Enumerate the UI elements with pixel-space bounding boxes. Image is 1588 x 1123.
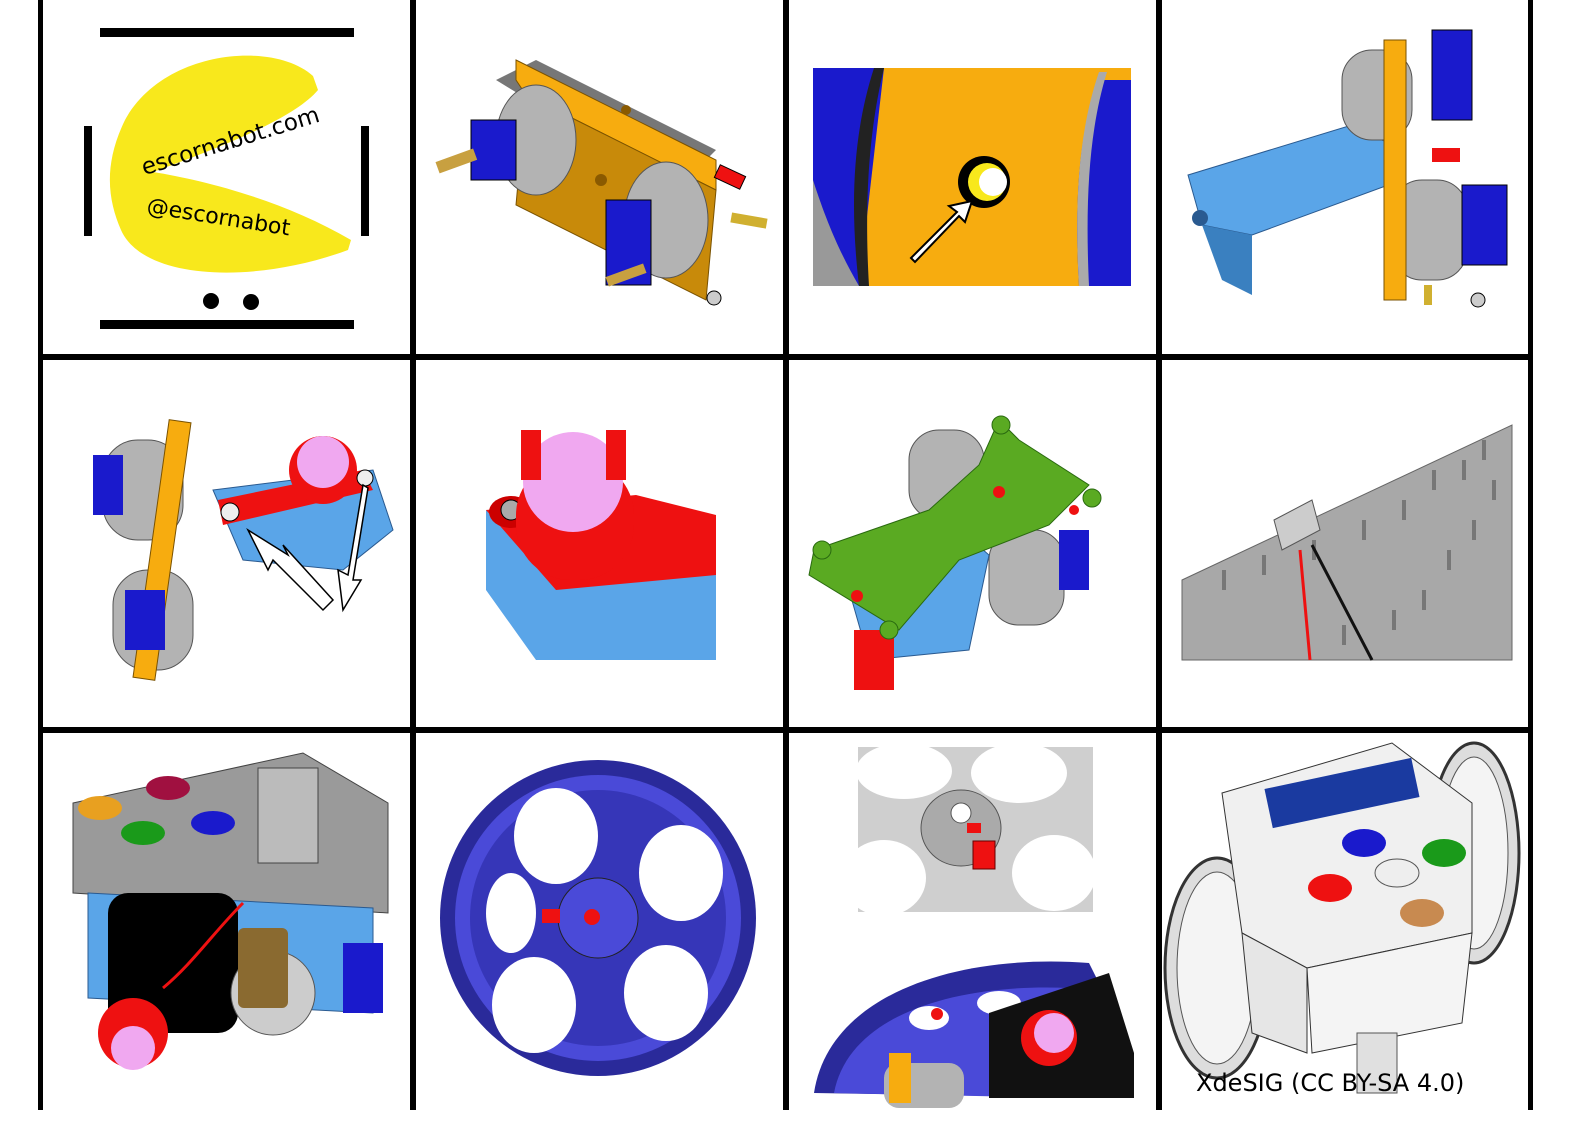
- step-pcb-connector: [1162, 360, 1528, 727]
- step-body-attached: [1162, 0, 1528, 354]
- step-motors-frame: [416, 0, 783, 354]
- step-wheel-screw: [789, 733, 1156, 1110]
- step-top-plate: [789, 360, 1156, 727]
- step-wheel: [416, 733, 783, 1110]
- step-finished-robot: XdeSIG (CC BY-SA 4.0): [1162, 733, 1528, 1110]
- assembly-sheet: escornabot.com @escornabot XdeSIG (CC BY…: [0, 0, 1588, 1123]
- grid-vline-5: [1528, 0, 1533, 1110]
- step-pcb-mounted: [43, 733, 410, 1110]
- pacman-logo: escornabot.com @escornabot: [84, 28, 369, 329]
- step-ball-closeup: [416, 360, 783, 727]
- step-frame-hole-detail: [789, 0, 1156, 354]
- step-caster-arm: [43, 360, 410, 727]
- credit-text: XdeSIG (CC BY-SA 4.0): [1196, 1069, 1465, 1097]
- logo-cell: escornabot.com @escornabot: [43, 0, 410, 354]
